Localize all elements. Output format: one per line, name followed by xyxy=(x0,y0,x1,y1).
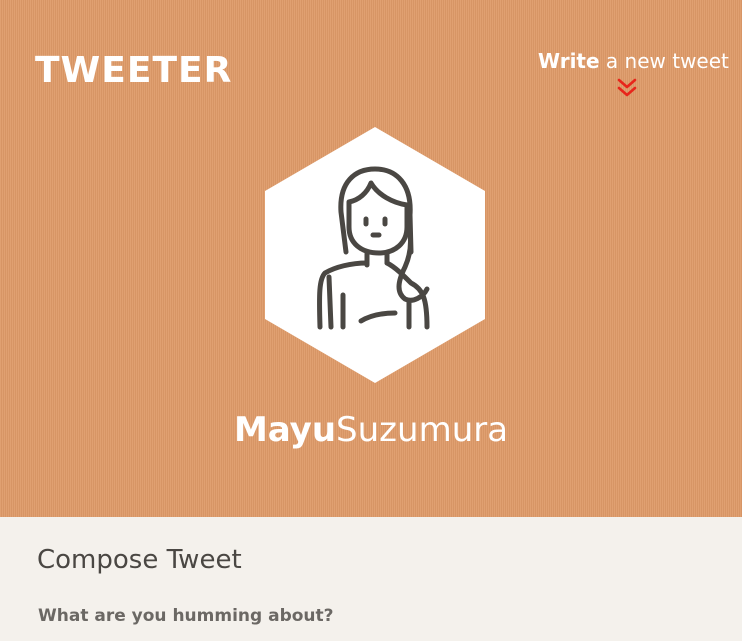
profile-last-name: Suzumura xyxy=(336,410,509,450)
double-chevron-down-icon[interactable] xyxy=(616,77,638,99)
profile-first-name: Mayu xyxy=(233,410,337,450)
compose-section: Compose Tweet What are you humming about… xyxy=(0,517,742,641)
write-new-tweet-link[interactable]: Write a new tweet xyxy=(538,47,729,75)
write-label: Write xyxy=(538,49,600,73)
app-logo[interactable]: TWEETER xyxy=(35,50,232,92)
compose-prompt-label: What are you humming about? xyxy=(38,606,334,626)
avatar xyxy=(263,127,487,383)
compose-title: Compose Tweet xyxy=(37,545,242,575)
profile-header: TWEETER Write a new tweet MayuSuzumura xyxy=(0,0,742,517)
profile-name: MayuSuzumura xyxy=(0,408,742,452)
new-tweet-label: a new tweet xyxy=(599,49,729,73)
